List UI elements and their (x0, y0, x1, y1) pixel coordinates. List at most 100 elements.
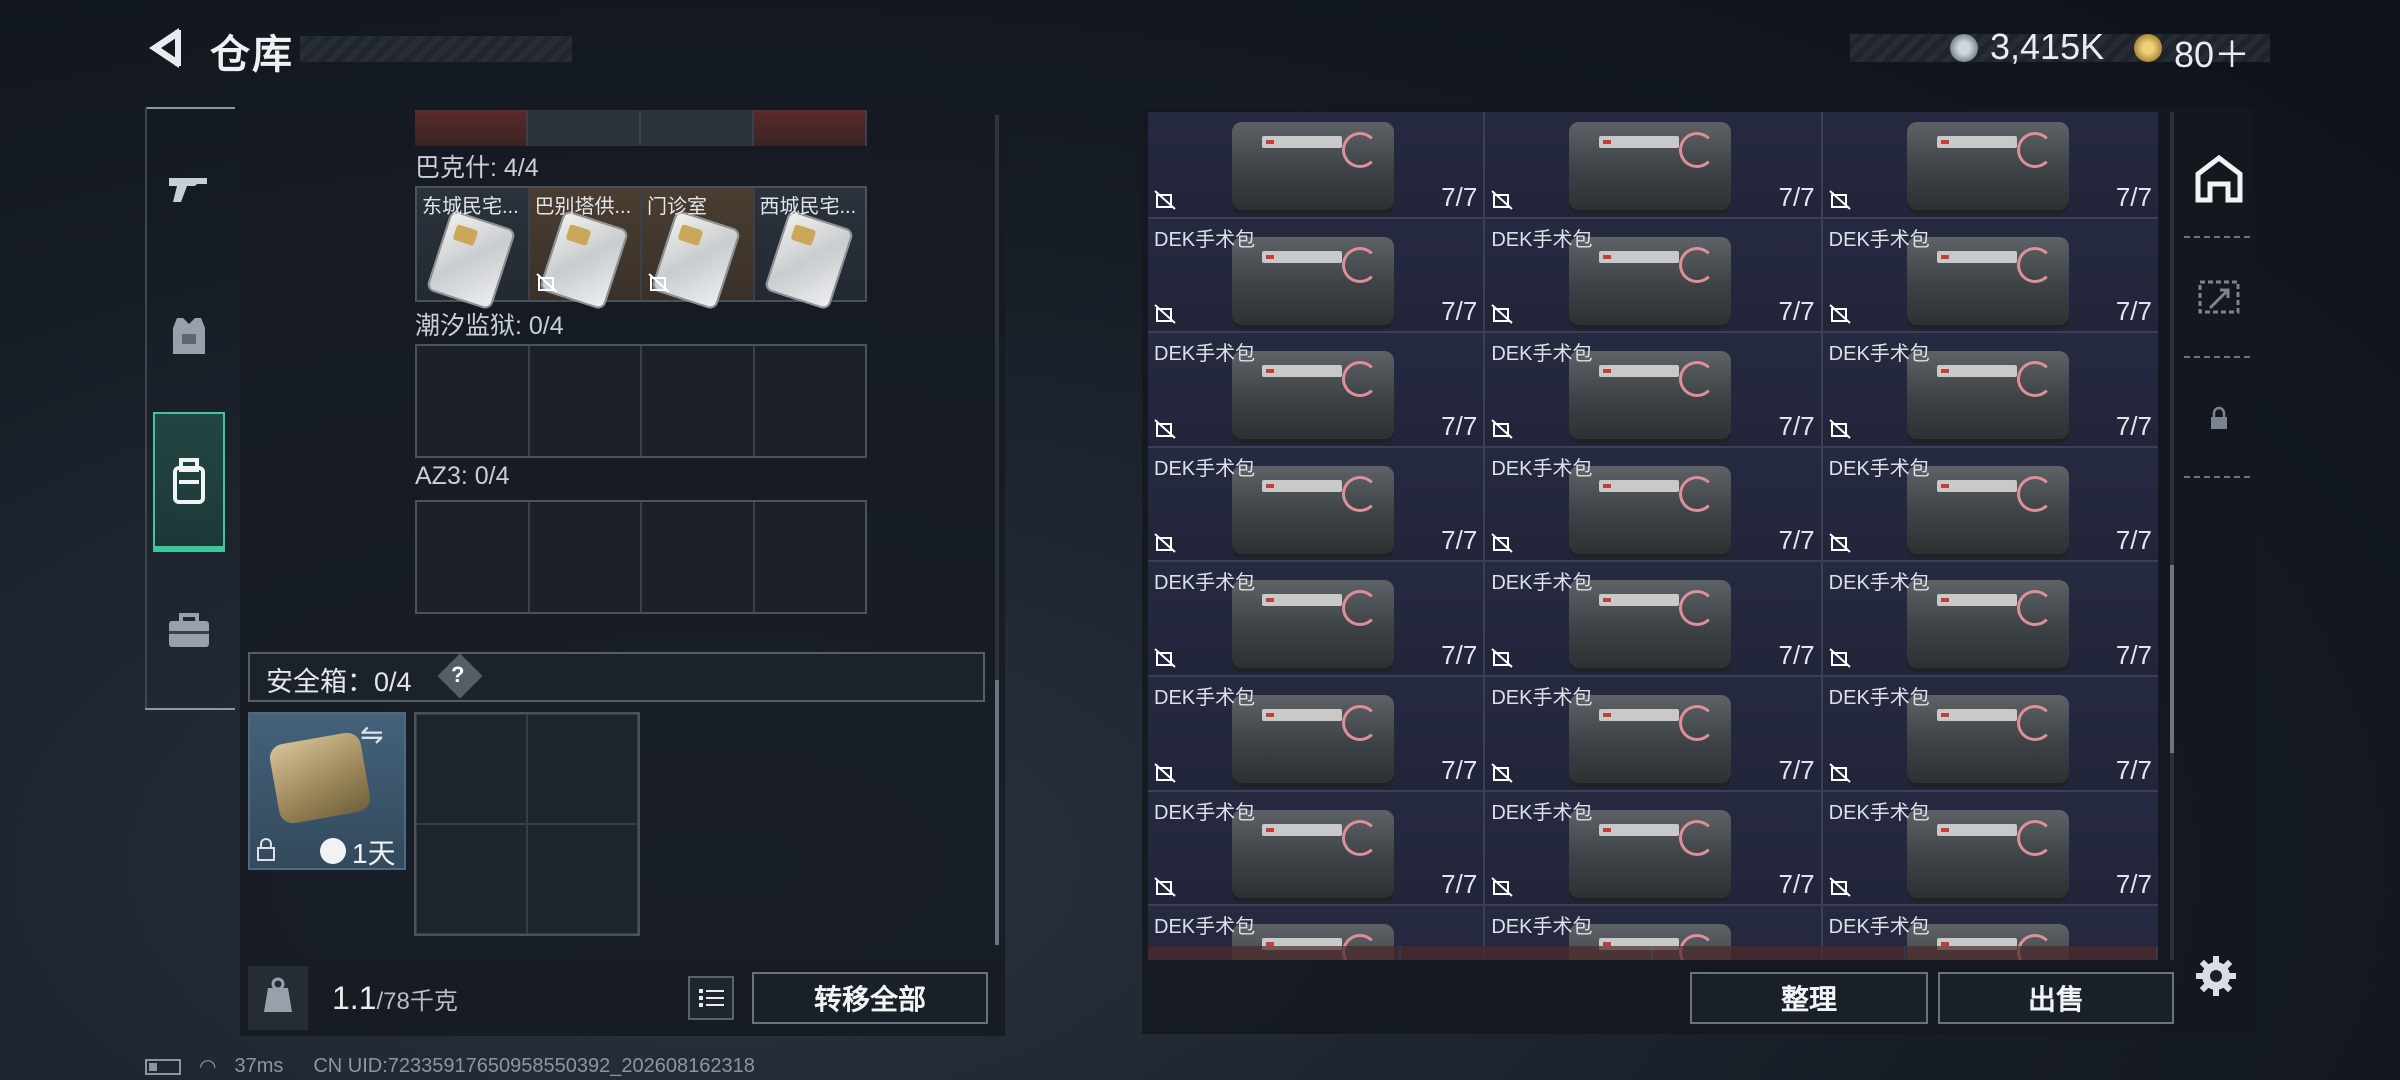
keycard-slot[interactable]: 巴别塔供... (529, 188, 642, 311)
item-name: DEK手术包 (1154, 457, 1256, 480)
surgery-kit-image (1569, 809, 1732, 898)
item-count: 7/7 (2115, 296, 2152, 327)
partial-row (1148, 946, 2158, 960)
item-slot-dek-surgery-kit[interactable]: DEK手术包 7/7 (1148, 676, 1486, 790)
empty-slot[interactable] (416, 714, 527, 824)
no-trade-icon (1154, 762, 1176, 783)
empty-slot[interactable] (754, 346, 865, 456)
item-count: 7/7 (1778, 410, 1815, 441)
empty-slot[interactable] (416, 824, 527, 934)
no-trade-icon (535, 273, 558, 293)
empty-slot[interactable] (642, 502, 755, 612)
item-name: DEK手术包 (1491, 228, 1593, 251)
item-name: DEK手术包 (1154, 343, 1256, 366)
keycard-slot[interactable]: 门诊室 (642, 188, 755, 311)
no-trade-icon (1828, 533, 1851, 554)
tab-warehouse[interactable] (2188, 148, 2250, 210)
empty-slot[interactable] (527, 824, 638, 934)
item-slot-dek-surgery-kit[interactable]: DEK手术包 7/7 (1485, 562, 1823, 675)
empty-slot[interactable] (527, 714, 638, 824)
no-trade-icon (1154, 533, 1176, 554)
item-slot-dek-surgery-kit[interactable]: DEK手术包 7/7 (1822, 562, 2158, 675)
item-name: DEK手术包 (1491, 686, 1593, 709)
list-view-button[interactable] (688, 976, 734, 1020)
item-slot-dek-surgery-kit[interactable]: DEK手术包 7/7 (1148, 333, 1486, 446)
item-count: 7/7 (1778, 296, 1815, 327)
sort-button[interactable]: 整理 (1690, 972, 1928, 1024)
tab-expand[interactable] (2188, 266, 2250, 328)
item-slot-dek-surgery-kit[interactable]: DEK手术包 7/7 (1148, 791, 1486, 905)
item-name: DEK手术包 (1491, 572, 1593, 595)
back-arrow-icon[interactable] (145, 26, 185, 70)
empty-slot[interactable] (417, 502, 530, 612)
item-slot-dek-surgery-kit[interactable]: DEK手术包 7/7 (1822, 791, 2158, 905)
item-count: 7/7 (1778, 639, 1815, 670)
item-slot-dek-surgery-kit[interactable]: DEK手术包 7/7 (1148, 562, 1486, 675)
warehouse-grid: 7/7 7/7 7/7 DEK手术包 7/7 DEK手术包 7/7 DEK手术包 7/7 DEK手… (1148, 112, 2158, 960)
token-value[interactable]: 80＋ (2174, 26, 2250, 78)
empty-slot[interactable] (529, 346, 642, 456)
item-slot-dek-surgery-kit[interactable]: DEK手术包 7/7 (1485, 791, 1823, 905)
item-name: DEK手术包 (1828, 343, 1930, 366)
empty-slot[interactable] (642, 346, 755, 456)
item-slot-dek-surgery-kit[interactable]: DEK手术包 7/7 (1148, 218, 1486, 332)
no-trade-icon (1491, 762, 1513, 783)
clock-icon (320, 838, 346, 864)
item-slot-dek-surgery-kit[interactable]: DEK手术包 7/7 (1822, 333, 2158, 446)
item-name: DEK手术包 (1154, 686, 1256, 709)
item-slot-dek-surgery-kit[interactable]: 7/7 (1148, 112, 1486, 217)
item-name: DEK手术包 (1828, 457, 1930, 480)
empty-slot[interactable] (417, 346, 530, 456)
help-icon-glyph[interactable]: ? (451, 662, 464, 688)
nav-tab-armor[interactable] (153, 300, 225, 372)
item-name: DEK手术包 (1154, 228, 1256, 251)
surgery-kit-image (1569, 580, 1732, 669)
item-slot-dek-surgery-kit[interactable]: DEK手术包 7/7 (1485, 333, 1823, 446)
no-trade-icon (1491, 648, 1513, 668)
item-count: 7/7 (1441, 410, 1478, 441)
sell-button[interactable]: 出售 (1938, 972, 2174, 1024)
item-count: 7/7 (2115, 181, 2152, 212)
briefcase-icon (169, 613, 209, 647)
item-count: 7/7 (1778, 181, 1815, 212)
expand-grid-icon (2198, 280, 2240, 314)
weight-current: 1.1 (332, 980, 377, 1016)
backpack-scrollbar[interactable] (995, 680, 999, 945)
item-slot-dek-surgery-kit[interactable]: 7/7 (1822, 112, 2158, 217)
safe-box-label: 安全箱：0/4 (266, 667, 412, 697)
tab-divider (2184, 236, 2250, 238)
empty-slot[interactable] (754, 502, 865, 612)
warehouse-scrollbar[interactable] (2170, 565, 2174, 753)
section-label: AZ3: 0/4 (415, 462, 510, 490)
settings-gear-icon[interactable] (2192, 952, 2240, 1000)
token-icon (2134, 34, 2162, 62)
item-slot-dek-surgery-kit[interactable]: DEK手术包 7/7 (1822, 676, 2158, 790)
nav-divider-side (145, 107, 147, 710)
surgery-kit-image (1906, 236, 2069, 325)
item-slot-dek-surgery-kit[interactable]: DEK手术包 7/7 (1485, 676, 1823, 790)
lock-icon (2211, 406, 2227, 429)
nav-tab-weapons[interactable] (153, 152, 225, 224)
no-trade-icon (1828, 304, 1851, 324)
keycard-slot[interactable]: 东城民宅... (417, 188, 530, 311)
tab-locked[interactable] (2188, 388, 2250, 450)
item-slot-dek-surgery-kit[interactable]: DEK手术包 7/7 (1485, 218, 1823, 332)
nav-divider-top (145, 107, 235, 109)
item-slot-dek-surgery-kit[interactable]: DEK手术包 7/7 (1822, 218, 2158, 332)
item-slot-dek-surgery-kit[interactable]: DEK手术包 7/7 (1822, 447, 2158, 561)
warehouse-row: DEK手术包 7/7 DEK手术包 7/7 DEK手术包 7/7 (1148, 218, 2158, 334)
keycard-slot[interactable]: 西城民宅... (754, 188, 865, 311)
empty-slot[interactable] (529, 502, 642, 612)
surgery-kit-image (1232, 236, 1394, 325)
nav-tab-case[interactable] (153, 595, 225, 667)
swap-icon[interactable]: ⇋ (360, 718, 383, 751)
tab-divider (2184, 476, 2250, 478)
surgery-kit-image (1906, 809, 2069, 898)
item-slot-dek-surgery-kit[interactable]: DEK手术包 7/7 (1485, 447, 1823, 561)
item-slot-dek-surgery-kit[interactable]: 7/7 (1485, 112, 1823, 217)
transfer-all-button[interactable]: 转移全部 (752, 972, 988, 1024)
secure-case-image (267, 730, 373, 826)
item-count: 7/7 (2115, 754, 2152, 785)
nav-tab-backpack[interactable] (153, 412, 225, 552)
item-slot-dek-surgery-kit[interactable]: DEK手术包 7/7 (1148, 447, 1486, 561)
